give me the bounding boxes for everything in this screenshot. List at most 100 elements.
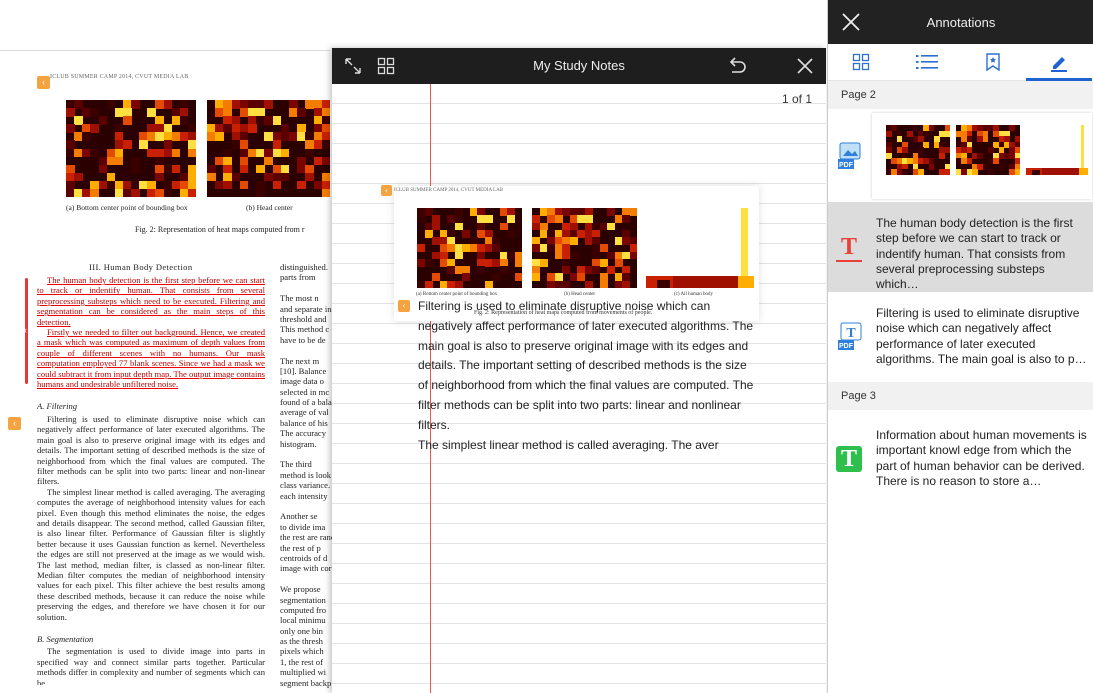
highlighted-paragraph[interactable]: The human body detection is the first st… (37, 275, 265, 327)
list-icon (916, 55, 938, 69)
expand-icon[interactable] (338, 48, 368, 84)
undo-icon[interactable] (722, 48, 752, 84)
heatmap-cell (484, 280, 493, 288)
close-icon[interactable] (790, 48, 820, 84)
annotation-item-figure[interactable]: PDF (828, 109, 1093, 202)
heatmap-cell (902, 169, 908, 175)
annotation-item[interactable]: T Information about human movements is i… (828, 410, 1093, 500)
tab-thumbnails[interactable] (828, 44, 894, 81)
highlighted-paragraph[interactable]: Firstly we needed to filter out backgrou… (37, 327, 265, 389)
heatmap-cell (1032, 170, 1040, 175)
heatmap-cell (998, 163, 1005, 170)
pdf-text-line: each intensity (280, 490, 328, 501)
pdf-text-line: The next m (280, 355, 320, 366)
pdf-text-line: only one bin (280, 625, 323, 636)
heatmap-cell (939, 152, 946, 159)
note-line: of neighborhood from which the final val… (418, 378, 754, 393)
pdf-text-line: distinguished. (280, 262, 328, 272)
pdf-text-line: and separate in (280, 303, 332, 314)
paragraph: The segmentation is used to divide image… (37, 646, 265, 685)
note-line: Filtering is used to eliminate disruptiv… (418, 299, 711, 313)
heatmap-cell (944, 169, 950, 175)
pdf-text-line: [10]. Balance (280, 365, 327, 376)
page-divider (0, 50, 330, 51)
page-3-section: Page 3 (828, 382, 1093, 410)
heatmap-cell (539, 258, 548, 267)
heatmap-cell (1009, 125, 1016, 132)
pdf-text-line: segment backp (280, 677, 332, 688)
heatmap-cell (223, 180, 233, 190)
note-line: details. The important setting of descri… (418, 358, 747, 373)
annotations-panel: Annotations Page 2 PDF T The human body … (827, 0, 1093, 693)
note-line: negatively affect performance of later e… (418, 318, 754, 333)
annotation-item[interactable]: T The human body detection is the first … (828, 202, 1093, 292)
tab-outline[interactable] (894, 44, 960, 81)
annotation-marker-icon[interactable]: ‹ (37, 76, 50, 89)
heatmap-cell (982, 136, 989, 143)
page-counter: 1 of 1 (781, 92, 812, 106)
heatmap-cell (187, 148, 196, 158)
pen-icon (1051, 57, 1067, 72)
heatmap-b (956, 125, 1020, 175)
heatmap-cell (886, 130, 892, 137)
heatmap-cell (462, 273, 470, 282)
pdf-text-line (280, 283, 332, 293)
heatmap-cell (492, 273, 500, 282)
annotation-marker-icon[interactable]: ‹ (8, 417, 21, 430)
heatmap-cell (607, 222, 615, 231)
pdf-text-line: pixels which (280, 646, 324, 657)
heatmap-cell (239, 180, 249, 190)
heatmap-cell (424, 280, 433, 288)
heatmap-cell (1078, 167, 1088, 175)
grid-icon[interactable] (371, 48, 401, 84)
heatmap-cell (122, 140, 132, 149)
heatmap-cell (417, 244, 425, 253)
heatmap-cell (74, 172, 83, 182)
pdf-text-line: histogram. (280, 438, 317, 449)
heatmap-cell (741, 208, 748, 276)
heatmap-cell (918, 169, 924, 175)
heatmap-cell (256, 188, 265, 197)
note-line: main goal is also to preserve original i… (418, 338, 749, 353)
heatmap-cell (131, 100, 140, 109)
annotation-marker-icon[interactable]: ‹ (398, 300, 410, 312)
collapse-chevron-icon[interactable]: ‹ (24, 325, 27, 335)
heatmap-cell (424, 258, 433, 267)
notes-window[interactable]: My Study Notes 1 of 1 ‹ ICLUB SUMMER CAM… (332, 48, 826, 693)
heatmap-cell (1080, 125, 1085, 168)
note-text[interactable]: Filtering is used to eliminate disruptiv… (418, 297, 753, 455)
note-line: The simplest linear method is called ave… (418, 437, 719, 452)
heatmap-cell (122, 116, 132, 125)
bookmark-icon (986, 53, 1000, 72)
heatmap-cell (514, 273, 522, 282)
heatmap-cell (131, 188, 140, 197)
heatmap-cell (82, 132, 91, 141)
page-2-section: Page 2 (828, 81, 1093, 109)
pdf-image-icon: PDF (837, 142, 863, 172)
note-line: filter methods can be split into two par… (418, 397, 741, 412)
heatmap-cell (928, 125, 935, 132)
pdf-right-column: distinguished. parts from The most n and se… (280, 262, 332, 690)
tab-bookmarks[interactable] (960, 44, 1026, 81)
tab-annotations[interactable] (1026, 44, 1092, 82)
svg-text:T: T (846, 326, 856, 341)
annotation-text: Filtering is used to eliminate disruptiv… (876, 306, 1087, 366)
pdf-text-line: centroids of d (280, 552, 328, 563)
pdf-text-line: threshold and (280, 313, 327, 324)
paragraph: The simplest linear method is called ave… (37, 486, 265, 622)
close-icon[interactable] (838, 8, 864, 36)
pdf-text-line: balance of his (280, 417, 328, 428)
pdf-text-line: Another se (280, 511, 318, 522)
heatmap-cell (454, 251, 463, 260)
heatmap-cell (928, 163, 935, 170)
pdf-text-line: selected in mc (280, 386, 330, 397)
heatmap-cell (1041, 167, 1079, 175)
subsection-title: B. Segmentation (37, 634, 94, 644)
annotation-item[interactable]: T PDF Filtering is used to eliminate disr… (828, 292, 1093, 382)
panel-title: Annotations (926, 15, 996, 30)
panel-header: Annotations (828, 0, 1093, 44)
heatmap-cell (297, 180, 306, 190)
pdf-text-line: class variance. (280, 480, 331, 491)
svg-text:PDF: PDF (839, 162, 854, 169)
annotation-marker-icon[interactable]: ‹ (381, 185, 392, 196)
